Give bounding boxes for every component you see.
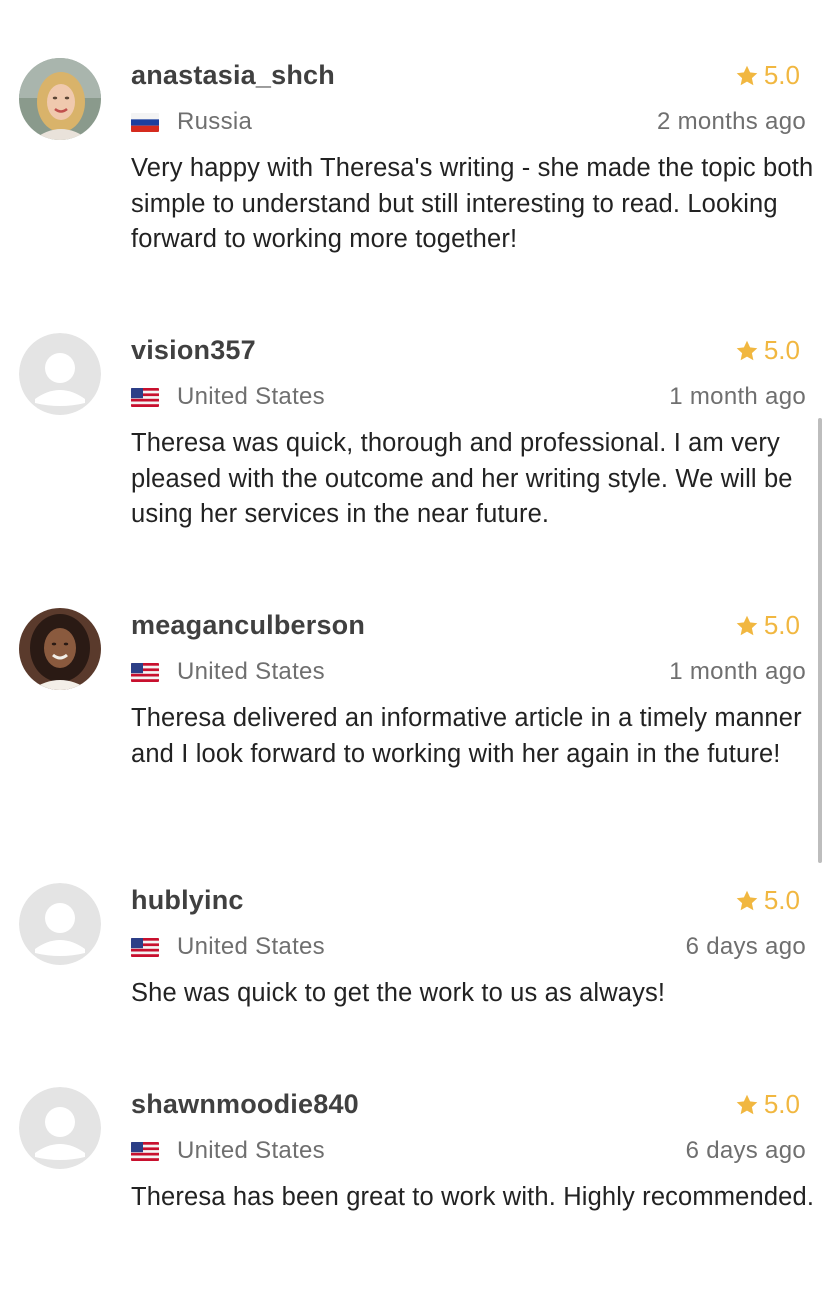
rating-value: 5.0: [763, 60, 800, 90]
username[interactable]: vision357: [131, 335, 256, 366]
review-text: She was quick to get the work to us as a…: [131, 979, 666, 1007]
review-text: Theresa was quick, thorough and professi…: [131, 429, 793, 528]
rating: 5.0: [735, 885, 800, 916]
review-time: 1 month ago: [669, 383, 806, 410]
country: United States: [131, 383, 325, 411]
review-time: 2 months ago: [656, 108, 806, 135]
rating: 5.0: [735, 610, 800, 641]
avatar[interactable]: [19, 58, 101, 140]
country: United States: [131, 1137, 325, 1165]
avatar[interactable]: [19, 1087, 101, 1169]
review-time: 1 month ago: [669, 658, 806, 685]
review-time: 6 days ago: [685, 1137, 806, 1164]
rating-value: 5.0: [763, 610, 800, 640]
user-placeholder-icon: [19, 883, 101, 965]
user-placeholder-icon: [19, 1087, 101, 1169]
rating-value: 5.0: [763, 1089, 800, 1119]
star-icon: [736, 615, 758, 635]
country-name: United States: [177, 383, 325, 410]
review-text: Theresa delivered an informative article…: [131, 704, 802, 768]
review-time: 6 days ago: [685, 933, 806, 960]
country: Russia: [131, 108, 252, 136]
username[interactable]: hublyinc: [131, 885, 244, 916]
review-text: Very happy with Theresa's writing - she …: [131, 154, 814, 253]
rating-value: 5.0: [763, 885, 800, 915]
us-flag-icon: [131, 662, 159, 682]
star-icon: [736, 1094, 758, 1114]
star-icon: [736, 890, 758, 910]
country: United States: [131, 933, 325, 961]
country: United States: [131, 658, 325, 686]
us-flag-icon: [131, 387, 159, 407]
country-name: United States: [177, 1137, 325, 1164]
rating-value: 5.0: [763, 335, 800, 365]
user-photo: [19, 58, 101, 140]
avatar[interactable]: [19, 608, 101, 690]
star-icon: [736, 65, 758, 85]
russia-flag-icon: [131, 112, 159, 132]
user-placeholder-icon: [19, 333, 101, 415]
rating: 5.0: [735, 1089, 800, 1120]
us-flag-icon: [131, 1141, 159, 1161]
username[interactable]: shawnmoodie840: [131, 1089, 359, 1120]
user-photo: [19, 608, 101, 690]
avatar[interactable]: [19, 883, 101, 965]
username[interactable]: meaganculberson: [131, 610, 365, 641]
us-flag-icon: [131, 937, 159, 957]
username[interactable]: anastasia_shch: [131, 60, 335, 91]
country-name: United States: [177, 933, 325, 960]
star-icon: [736, 340, 758, 360]
avatar[interactable]: [19, 333, 101, 415]
review-text: Theresa has been great to work with. Hig…: [131, 1183, 815, 1211]
rating: 5.0: [735, 60, 800, 91]
scrollbar[interactable]: [818, 418, 822, 863]
rating: 5.0: [735, 335, 800, 366]
country-name: Russia: [177, 108, 253, 135]
country-name: United States: [177, 658, 325, 685]
